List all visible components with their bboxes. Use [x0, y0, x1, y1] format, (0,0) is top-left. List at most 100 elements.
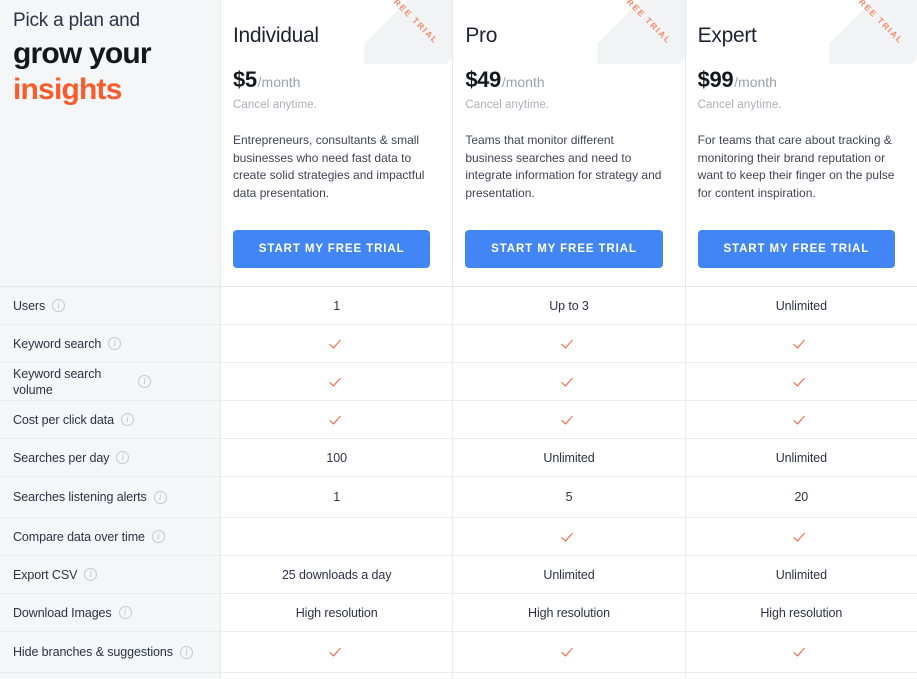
info-icon[interactable]: i	[118, 606, 132, 619]
feature-value-cell: Unlimited	[452, 439, 685, 476]
feature-label-cell: Export CSV i	[0, 556, 220, 593]
plan-cancel-note: Cancel anytime.	[233, 99, 317, 111]
plan-description: Teams that monitor different business se…	[465, 133, 662, 200]
feature-value: High resolution	[295, 605, 378, 620]
table-row: Searches per day i 100 Unlimited Unlimited	[0, 439, 917, 477]
table-row: Compare data over time i	[0, 518, 917, 556]
feature-value-cell	[220, 363, 453, 400]
feature-label: Keyword search volume	[13, 366, 102, 397]
feature-value-cell	[220, 518, 453, 555]
hero-line-3: insights	[13, 73, 122, 106]
feature-label: Cost per click data	[13, 412, 114, 427]
plan-cancel-note: Cancel anytime.	[697, 99, 782, 111]
info-icon[interactable]: i	[108, 337, 122, 350]
feature-value-cell	[684, 325, 917, 362]
feature-value: Up to 3	[549, 298, 589, 313]
plan-description: For teams that care about tracking & mon…	[697, 133, 895, 200]
info-icon[interactable]: i	[179, 645, 193, 659]
plan-price: $49	[465, 67, 501, 92]
feature-value-cell	[684, 673, 917, 679]
feature-value: Unlimited	[543, 450, 595, 465]
plan-cta-wrapper: START MY FREE TRIAL	[233, 230, 431, 268]
start-free-trial-button[interactable]: START MY FREE TRIAL	[465, 230, 663, 268]
feature-label-cell	[0, 673, 220, 679]
feature-label-cell: Download Images i	[0, 594, 220, 631]
feature-label-cell: Searches per day i	[0, 439, 220, 476]
feature-value: 100	[326, 450, 347, 465]
feature-value-cell	[684, 518, 917, 555]
feature-value: Unlimited	[775, 298, 827, 313]
info-icon[interactable]: i	[84, 568, 98, 581]
plan-period: /month	[734, 74, 777, 90]
check-icon	[562, 337, 576, 351]
start-free-trial-button[interactable]: START MY FREE TRIAL	[233, 230, 431, 268]
check-icon	[794, 645, 808, 659]
info-icon[interactable]: i	[138, 375, 151, 388]
feature-value-cell: Unlimited	[684, 439, 917, 476]
check-icon	[330, 413, 344, 427]
feature-value-cell	[220, 401, 453, 438]
pricing-page: Pick a plan and grow your insights // se…	[0, 0, 917, 679]
feature-label: Searches per day	[13, 450, 110, 465]
plan-name: Pro	[465, 24, 498, 47]
feature-value-cell	[452, 632, 685, 672]
info-icon[interactable]: i	[116, 451, 130, 464]
info-icon[interactable]: i	[151, 530, 165, 543]
feature-comparison-table: Users i 1 Up to 3 Unlimited Keyword search i Ke…	[0, 286, 917, 679]
table-row	[0, 673, 917, 679]
check-icon	[794, 337, 808, 351]
feature-label-cell: Cost per click data i	[0, 401, 220, 438]
feature-value-cell: Unlimited	[684, 287, 917, 324]
start-free-trial-button[interactable]: START MY FREE TRIAL	[697, 230, 895, 268]
feature-value: Unlimited	[775, 567, 827, 582]
plan-price-row: $49 /month	[465, 67, 662, 93]
check-icon	[562, 375, 576, 389]
info-icon[interactable]: i	[120, 413, 134, 426]
feature-label: Hide branches & suggestions	[13, 645, 173, 659]
plan-name: Expert	[697, 24, 757, 47]
plan-period: /month	[257, 74, 301, 90]
feature-value-cell	[684, 401, 917, 438]
feature-value: High resolution	[528, 605, 610, 620]
hero-line-1: Pick a plan and	[13, 10, 140, 31]
feature-value-cell	[684, 363, 917, 400]
feature-value-cell	[220, 325, 453, 362]
check-icon	[794, 375, 808, 389]
info-icon[interactable]: i	[52, 299, 66, 312]
plan-price-row: $5 /month	[233, 67, 430, 93]
info-icon[interactable]: i	[153, 490, 167, 504]
feature-label-cell: Compare data over time i	[0, 518, 220, 555]
feature-value: 5	[565, 490, 573, 504]
feature-value-cell: 100	[220, 439, 453, 476]
table-row: Keyword search i	[0, 325, 917, 363]
feature-label: Searches listening alerts	[13, 490, 147, 504]
feature-label-cell: Keyword search i	[0, 325, 220, 362]
feature-value-cell	[452, 518, 685, 555]
table-row: Users i 1 Up to 3 Unlimited	[0, 287, 917, 325]
feature-value-cell: Unlimited	[452, 556, 685, 593]
check-icon	[562, 645, 576, 659]
feature-value-cell: 1	[220, 477, 453, 517]
feature-value-cell	[452, 325, 685, 362]
table-row: Download Images i High resolution High reso…	[0, 594, 917, 632]
plan-card-expert: FREE TRIAL Expert $99 /month Cancel anyt…	[684, 0, 917, 286]
feature-label: Compare data over time	[13, 529, 145, 544]
feature-label: Users	[13, 298, 46, 313]
check-icon	[562, 413, 576, 427]
feature-value-cell: High resolution	[684, 594, 917, 631]
feature-label-cell: Searches listening alerts i	[0, 477, 220, 517]
plans-header: Pick a plan and grow your insights // se…	[0, 0, 917, 286]
plan-card-pro: FREE TRIAL Pro $49 /month Cancel anytime…	[452, 0, 685, 286]
feature-value-cell	[452, 363, 685, 400]
feature-value: 1	[333, 490, 341, 504]
check-icon	[794, 530, 808, 544]
table-row: Cost per click data i	[0, 401, 917, 439]
feature-label: Download Images	[13, 605, 112, 620]
plan-name: Individual	[233, 24, 319, 47]
table-row: Hide branches & suggestions i	[0, 632, 917, 673]
table-row: Keyword search volume i	[0, 363, 917, 401]
feature-value-cell: 5	[452, 477, 685, 517]
feature-value-cell	[220, 632, 453, 672]
feature-value-cell: 20	[684, 477, 917, 517]
table-row: Searches listening alerts i 1 5 20	[0, 477, 917, 518]
